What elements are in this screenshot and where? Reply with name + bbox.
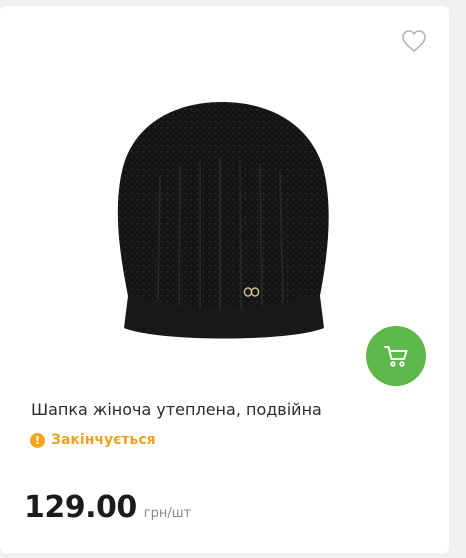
price-value: 129.00 [24,490,137,525]
add-to-cart-button[interactable] [366,326,426,386]
product-card[interactable]: Шапка жіноча утеплена, подвійна ! Закінч… [0,6,449,553]
stock-status: ! Закінчується [30,432,156,448]
heart-outline-icon [402,30,426,52]
product-title[interactable]: Шапка жіноча утеплена, подвійна [31,400,322,419]
price-unit: грн/шт [143,506,192,521]
shopping-cart-icon [384,346,408,367]
stock-status-label: Закінчується [51,432,156,448]
product-image[interactable] [100,96,345,346]
favorite-button[interactable] [400,28,428,54]
exclamation-circle-icon: ! [30,432,45,448]
price-block: 129.00 грн/шт [24,490,191,525]
